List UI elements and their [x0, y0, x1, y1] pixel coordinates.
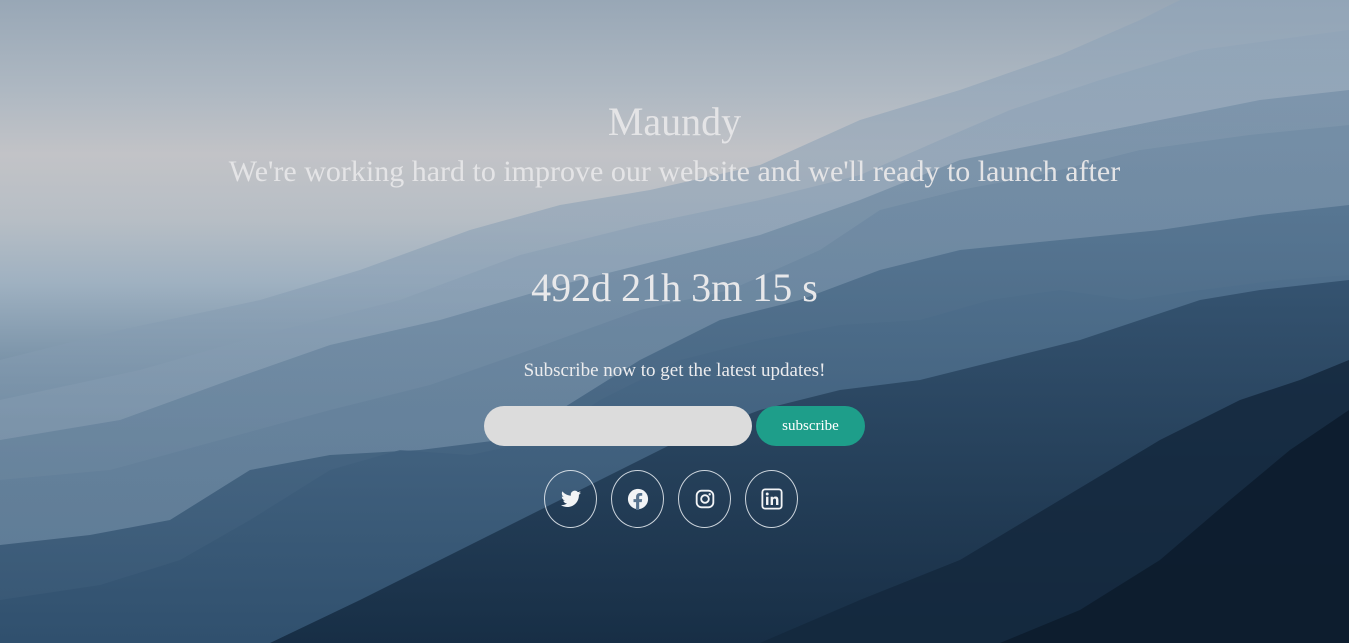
subscribe-form: subscribe — [484, 406, 865, 446]
linkedin-icon — [760, 488, 783, 510]
countdown-days: 492d — [531, 265, 612, 310]
twitter-link[interactable] — [544, 470, 597, 528]
launch-message: We're working hard to improve our websit… — [228, 155, 1121, 188]
countdown-hours: 21h — [621, 265, 682, 310]
countdown-seconds: 15 s — [752, 265, 818, 310]
subscribe-button[interactable]: subscribe — [756, 406, 865, 446]
instagram-icon — [695, 489, 714, 509]
subscribe-prompt: Subscribe now to get the latest updates! — [523, 360, 826, 381]
facebook-link[interactable] — [611, 470, 664, 528]
email-input[interactable] — [484, 406, 752, 446]
site-title: Maundy — [607, 99, 742, 144]
instagram-link[interactable] — [678, 470, 731, 528]
hero-section: Maundy We're working hard to improve our… — [0, 0, 1349, 643]
content-overlay: Maundy We're working hard to improve our… — [0, 0, 1349, 643]
countdown-minutes: 3m — [691, 265, 743, 310]
countdown-timer: 492d 21h 3m 15 s — [0, 264, 1349, 312]
social-links — [544, 470, 798, 528]
linkedin-link[interactable] — [745, 470, 798, 528]
twitter-icon — [560, 490, 581, 507]
facebook-icon — [627, 488, 648, 510]
